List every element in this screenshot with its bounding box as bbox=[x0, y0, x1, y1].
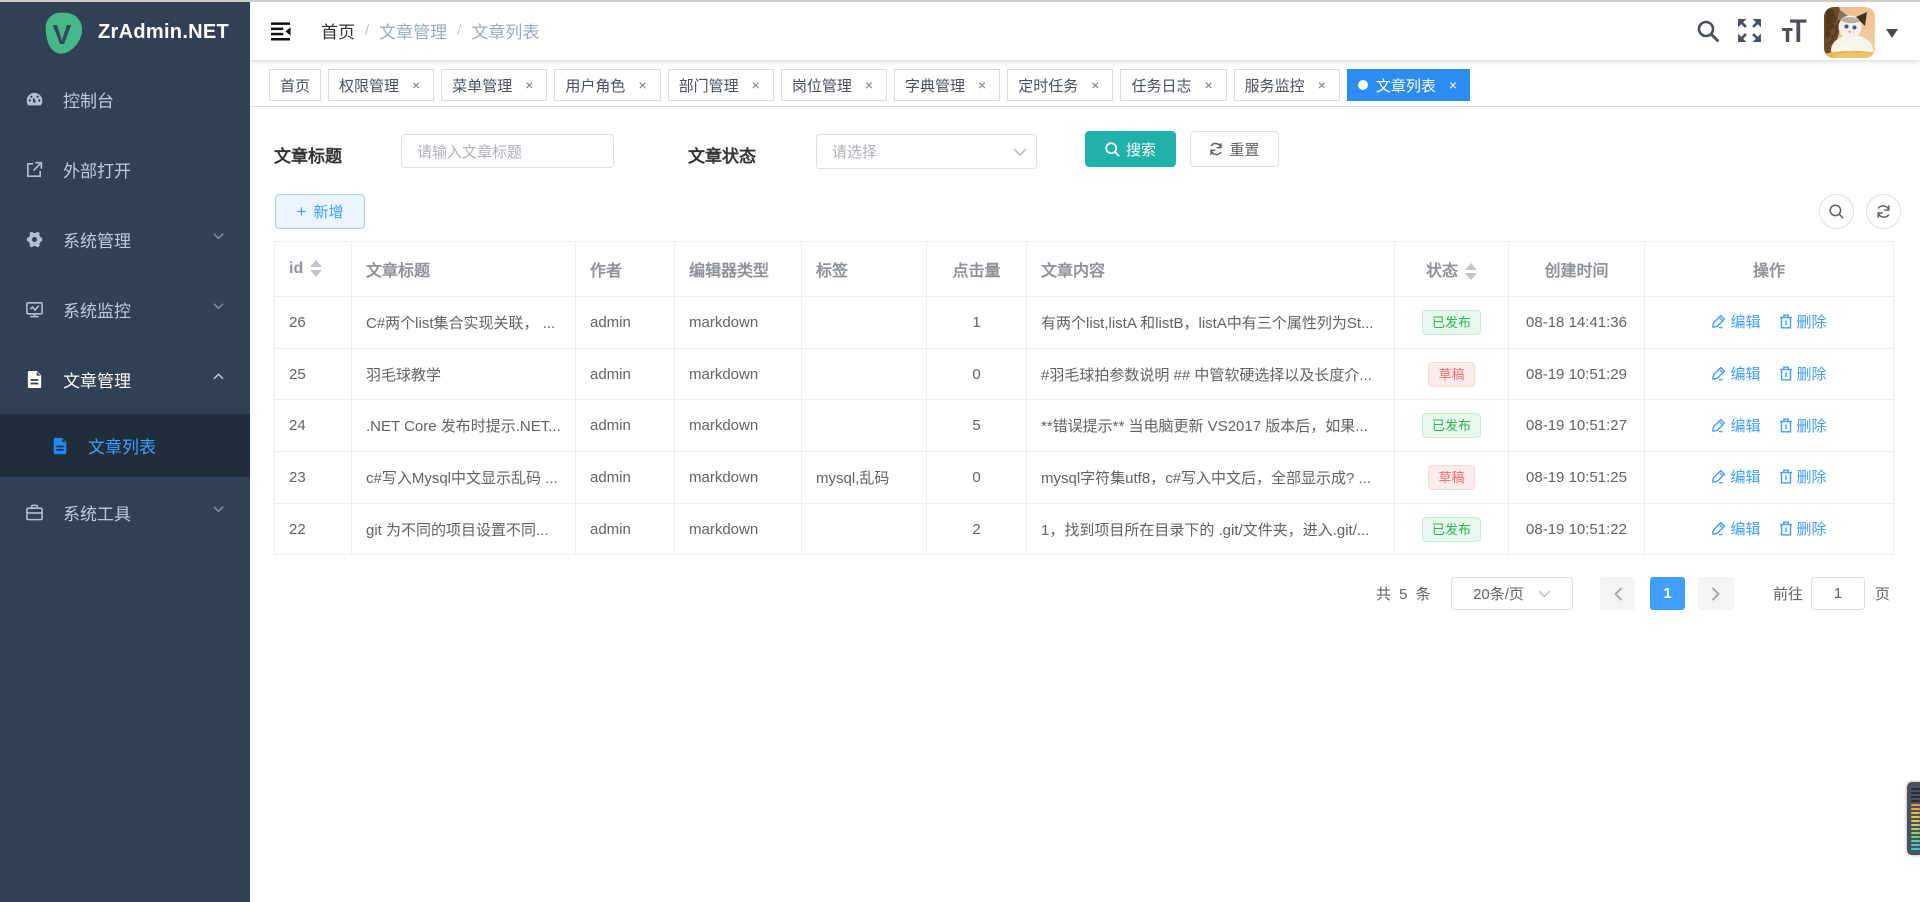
svg-text:V: V bbox=[53, 19, 72, 50]
